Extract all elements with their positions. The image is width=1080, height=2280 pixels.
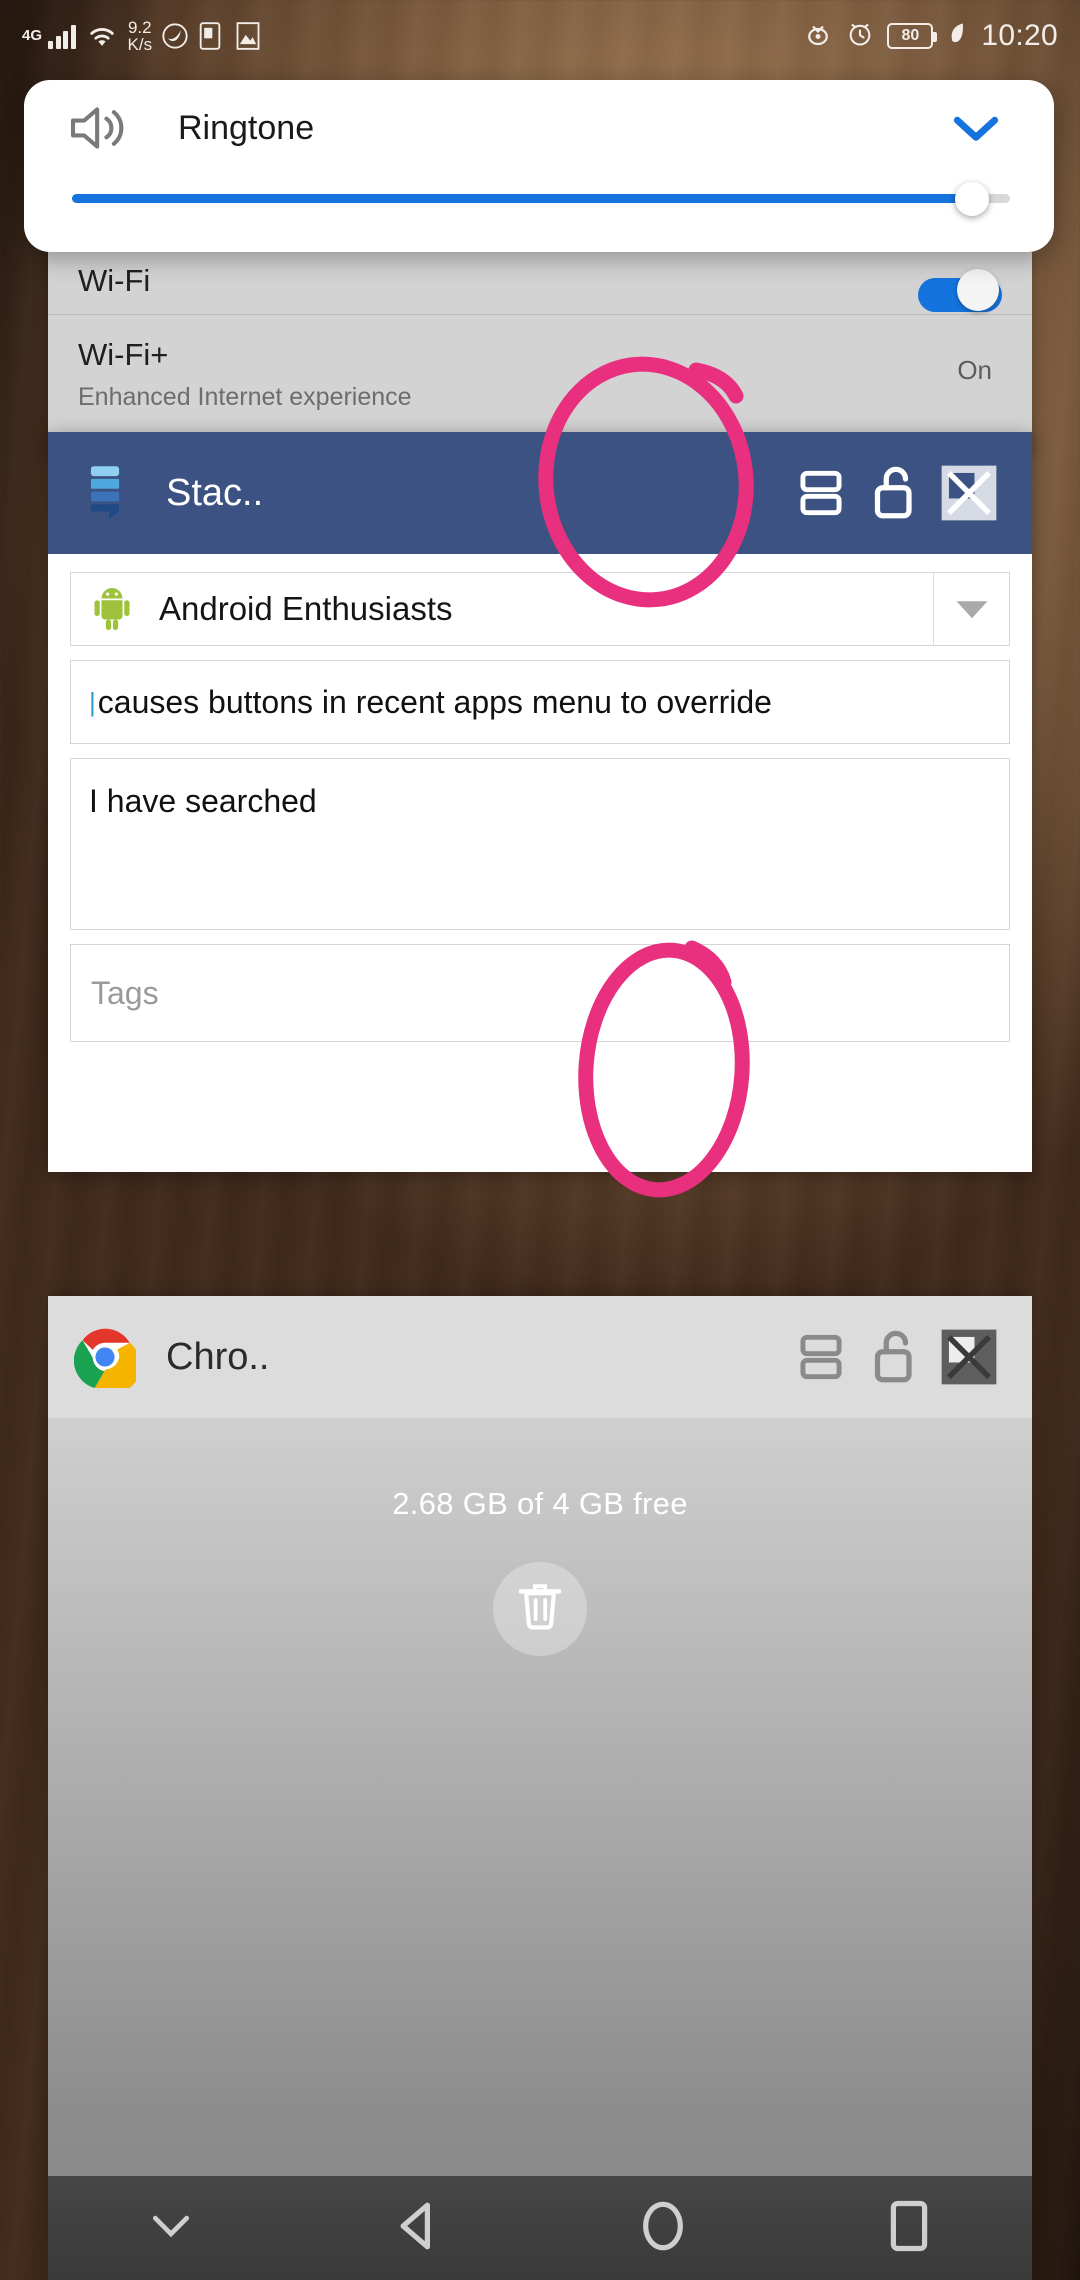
network-type-label: 4G xyxy=(22,27,43,44)
volume-slider-thumb[interactable] xyxy=(955,182,990,216)
home-icon xyxy=(639,2200,687,2257)
question-title-value: causes buttons in recent apps menu to ov… xyxy=(97,683,772,720)
navigation-bar xyxy=(48,2176,1032,2280)
recent-card-app-name: Stac.. xyxy=(166,471,264,514)
hide-navbar-button[interactable] xyxy=(48,2176,294,2280)
battery-icon: 80 xyxy=(887,23,938,49)
question-body-value: I have searched xyxy=(89,783,317,819)
clear-all-button[interactable] xyxy=(493,1562,587,1656)
chrome-icon xyxy=(73,1326,141,1394)
wifi-icon xyxy=(85,20,119,53)
battery-percent-label: 80 xyxy=(901,27,920,44)
recent-card-header: Chro.. xyxy=(48,1296,1032,1418)
eye-comfort-icon xyxy=(803,20,833,53)
close-icon[interactable] xyxy=(932,456,1006,530)
recent-card-chrome[interactable]: Chro.. 2.68 GB of 4 GB free xyxy=(48,1296,1032,2280)
alarm-icon xyxy=(846,20,874,53)
status-bar-left-group: 4G 9.2 K/s xyxy=(22,19,263,53)
wifi-row[interactable]: Wi-Fi xyxy=(48,252,1032,312)
stack-exchange-icon xyxy=(74,462,136,524)
chevron-down-icon[interactable] xyxy=(948,110,1004,146)
back-button[interactable] xyxy=(294,2176,540,2280)
gallery-icon xyxy=(235,22,263,50)
question-body-input[interactable]: I have searched xyxy=(70,758,1010,930)
status-bar: 4G 9.2 K/s 80 10:20 xyxy=(0,0,1080,72)
question-title-input[interactable]: | causes buttons in recent apps menu to … xyxy=(70,660,1010,744)
volume-slider-fill xyxy=(72,194,973,203)
home-button[interactable] xyxy=(540,2176,786,2280)
wifi-toggle[interactable] xyxy=(918,269,1002,312)
recent-card-settings[interactable]: Wi-Fi Wi-Fi+ Enhanced Internet experienc… xyxy=(48,252,1032,452)
close-icon[interactable] xyxy=(932,1320,1006,1394)
wifi-plus-subtitle: Enhanced Internet experience xyxy=(78,383,412,411)
recent-card-app-name: Chro.. xyxy=(166,1335,270,1378)
wifi-plus-value: On xyxy=(957,355,992,385)
dropdown-triangle-icon[interactable] xyxy=(933,573,1009,645)
recent-apps-list: Wi-Fi Wi-Fi+ Enhanced Internet experienc… xyxy=(48,252,1032,2280)
stack-exchange-ask-form: Android Enthusiasts | causes buttons in … xyxy=(48,554,1032,1042)
volume-stream-label: Ringtone xyxy=(178,108,315,147)
network-speed-unit: K/s xyxy=(127,35,153,54)
site-selector-label: Android Enthusiasts xyxy=(159,590,453,627)
signal-bars-icon xyxy=(48,23,76,49)
screenshot-icon xyxy=(198,22,226,50)
volume-panel: Ringtone xyxy=(24,80,1054,252)
split-screen-icon[interactable] xyxy=(784,1320,858,1394)
tags-placeholder: Tags xyxy=(91,974,159,1011)
volume-up-icon[interactable] xyxy=(66,102,132,154)
recent-card-stack-exchange[interactable]: Stac.. Android Enthusiasts | causes butt… xyxy=(48,432,1032,1172)
recent-card-header: Stac.. xyxy=(48,432,1032,554)
wifi-plus-row[interactable]: Wi-Fi+ Enhanced Internet experience On xyxy=(48,315,1032,412)
unlocked-padlock-icon[interactable] xyxy=(858,1320,932,1394)
trash-icon xyxy=(515,1581,565,1638)
split-screen-icon[interactable] xyxy=(784,456,858,530)
recents-icon xyxy=(889,2200,929,2257)
back-icon xyxy=(395,2200,439,2257)
app-notification-icon xyxy=(161,22,189,50)
tags-input[interactable]: Tags xyxy=(70,944,1010,1042)
unlocked-padlock-icon[interactable] xyxy=(858,456,932,530)
network-speed-indicator: 9.2 K/s xyxy=(128,19,153,53)
clock-label: 10:20 xyxy=(981,19,1058,52)
volume-slider[interactable] xyxy=(72,176,1010,222)
text-cursor: | xyxy=(89,686,96,717)
recents-button[interactable] xyxy=(786,2176,1032,2280)
status-bar-right-group: 80 10:20 xyxy=(803,19,1058,53)
storage-status-label: 2.68 GB of 4 GB free xyxy=(392,1486,688,1521)
wifi-plus-label: Wi-Fi+ xyxy=(78,337,169,372)
hide-navbar-icon xyxy=(149,2211,193,2246)
android-bugdroid-icon xyxy=(91,586,133,632)
site-selector[interactable]: Android Enthusiasts xyxy=(70,572,1010,646)
power-saving-leaf-icon xyxy=(946,20,968,53)
volume-stream-row: Ringtone xyxy=(58,80,1020,176)
wifi-row-label: Wi-Fi xyxy=(78,263,151,298)
